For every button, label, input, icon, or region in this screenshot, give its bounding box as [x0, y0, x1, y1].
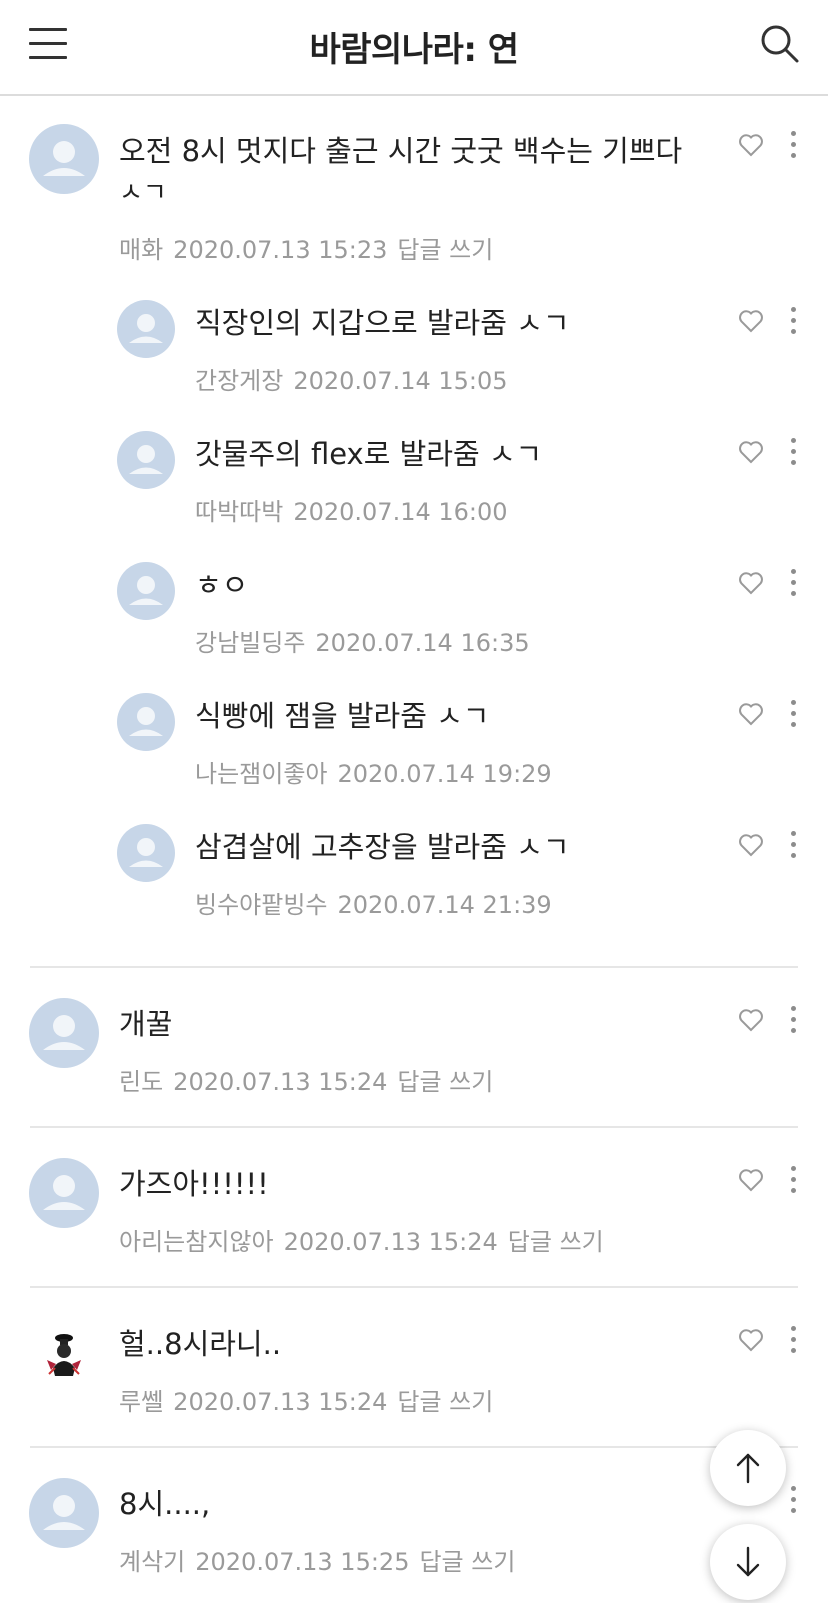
comment-date: 2020.07.14 19:29 — [337, 760, 552, 788]
search-icon[interactable] — [760, 24, 800, 64]
comment-author[interactable]: 계삭기 — [119, 1548, 185, 1576]
heart-icon[interactable] — [738, 1168, 764, 1194]
comment-text: 오전 8시 멋지다 출근 시간 굿굿 백수는 기쁘다 — [119, 134, 683, 168]
comment-text: 삼겹살에 고추장을 발라줌 ㅅㄱ — [195, 830, 570, 864]
heart-icon[interactable] — [738, 1008, 764, 1034]
comment-author[interactable]: 간장게장 — [195, 367, 283, 395]
more-vertical-icon[interactable] — [786, 1326, 800, 1356]
comment-date: 2020.07.13 15:24 — [173, 1388, 388, 1416]
avatar[interactable] — [117, 693, 175, 751]
reply-link[interactable]: 답글 쓰기 — [397, 236, 493, 264]
comment-meta: 따박따박 2020.07.14 16:00 — [195, 492, 508, 527]
comment-meta: 계삭기 2020.07.13 15:25 답글 쓰기 — [119, 1542, 515, 1577]
comment-meta: 간장게장 2020.07.14 15:05 — [195, 361, 508, 396]
reply-link[interactable]: 답글 쓰기 — [419, 1548, 515, 1576]
comment-meta: 아리는참지않아 2020.07.13 15:24 답글 쓰기 — [119, 1222, 604, 1257]
comment-text: 갓물주의 flex로 발라줌 ㅅㄱ — [195, 437, 543, 471]
scroll-up-button[interactable] — [710, 1430, 786, 1506]
more-vertical-icon[interactable] — [786, 1006, 800, 1036]
app-header: 바람의나라: 연 — [0, 0, 828, 96]
comment-text: 가즈아!!!!!! — [119, 1167, 269, 1201]
avatar[interactable] — [29, 1318, 99, 1388]
comment-text: 헐..8시라니.. — [119, 1327, 282, 1361]
comment-date: 2020.07.14 21:39 — [337, 891, 552, 919]
more-vertical-icon[interactable] — [786, 1486, 800, 1516]
comment-date: 2020.07.13 15:24 — [173, 1068, 388, 1096]
arrow-up-icon — [736, 1453, 760, 1484]
heart-icon[interactable] — [738, 309, 764, 335]
comment-meta: 루쎌 2020.07.13 15:24 답글 쓰기 — [119, 1382, 493, 1417]
comment-text: 식빵에 잼을 발라줌 ㅅㄱ — [195, 699, 490, 733]
divider — [30, 966, 798, 968]
avatar[interactable] — [29, 1158, 99, 1228]
comment-meta: 매화 2020.07.13 15:23 답글 쓰기 — [119, 230, 493, 265]
avatar[interactable] — [29, 124, 99, 194]
divider — [30, 1126, 798, 1128]
comment-text: 8시...., — [119, 1487, 211, 1521]
more-vertical-icon[interactable] — [786, 569, 800, 599]
comment-date: 2020.07.13 15:23 — [173, 236, 388, 264]
scroll-down-button[interactable] — [710, 1524, 786, 1600]
comment-author[interactable]: 매화 — [119, 236, 163, 264]
comment-meta: 나는잼이좋아 2020.07.14 19:29 — [195, 754, 552, 789]
comment-author[interactable]: 아리는참지않아 — [119, 1228, 274, 1256]
comment-author[interactable]: 루쎌 — [119, 1388, 163, 1416]
comment-meta: 강남빌딩주 2020.07.14 16:35 — [195, 623, 530, 658]
comment-date: 2020.07.13 15:24 — [283, 1228, 498, 1256]
comment-text-line2: ㅅㄱ — [119, 178, 167, 208]
avatar[interactable] — [29, 998, 99, 1068]
more-vertical-icon[interactable] — [786, 307, 800, 337]
heart-icon[interactable] — [738, 833, 764, 859]
more-vertical-icon[interactable] — [786, 131, 800, 161]
heart-icon[interactable] — [738, 1328, 764, 1354]
comment-text: ㅎㅇ — [195, 568, 249, 602]
comment-date: 2020.07.14 16:35 — [315, 629, 530, 657]
comment-author[interactable]: 따박따박 — [195, 498, 283, 526]
reply-link[interactable]: 답글 쓰기 — [397, 1388, 493, 1416]
comment-date: 2020.07.13 15:25 — [195, 1548, 410, 1576]
more-vertical-icon[interactable] — [786, 831, 800, 861]
comment-author[interactable]: 빙수야팥빙수 — [195, 891, 327, 919]
heart-icon[interactable] — [738, 571, 764, 597]
reply-link[interactable]: 답글 쓰기 — [397, 1068, 493, 1096]
comment-date: 2020.07.14 15:05 — [293, 367, 508, 395]
avatar[interactable] — [117, 824, 175, 882]
page-title: 바람의나라: 연 — [309, 30, 519, 70]
arrow-down-icon — [736, 1546, 760, 1577]
more-vertical-icon[interactable] — [786, 700, 800, 730]
heart-icon[interactable] — [738, 440, 764, 466]
comment-meta: 린도 2020.07.13 15:24 답글 쓰기 — [119, 1062, 493, 1097]
heart-icon[interactable] — [738, 702, 764, 728]
comment-author[interactable]: 나는잼이좋아 — [195, 760, 327, 788]
comment-date: 2020.07.14 16:00 — [293, 498, 508, 526]
comment-author[interactable]: 강남빌딩주 — [195, 629, 305, 657]
more-vertical-icon[interactable] — [786, 1166, 800, 1196]
comment-meta: 빙수야팥빙수 2020.07.14 21:39 — [195, 885, 552, 920]
comment-text: 개꿀 — [119, 1007, 173, 1041]
reply-link[interactable]: 답글 쓰기 — [508, 1228, 604, 1256]
avatar[interactable] — [29, 1478, 99, 1548]
heart-icon[interactable] — [738, 133, 764, 159]
comment-author[interactable]: 린도 — [119, 1068, 163, 1096]
comment-text: 직장인의 지갑으로 발라줌 ㅅㄱ — [195, 306, 570, 340]
avatar[interactable] — [117, 300, 175, 358]
avatar[interactable] — [117, 562, 175, 620]
divider — [30, 1446, 798, 1448]
divider — [30, 1286, 798, 1288]
avatar[interactable] — [117, 431, 175, 489]
more-vertical-icon[interactable] — [786, 438, 800, 468]
